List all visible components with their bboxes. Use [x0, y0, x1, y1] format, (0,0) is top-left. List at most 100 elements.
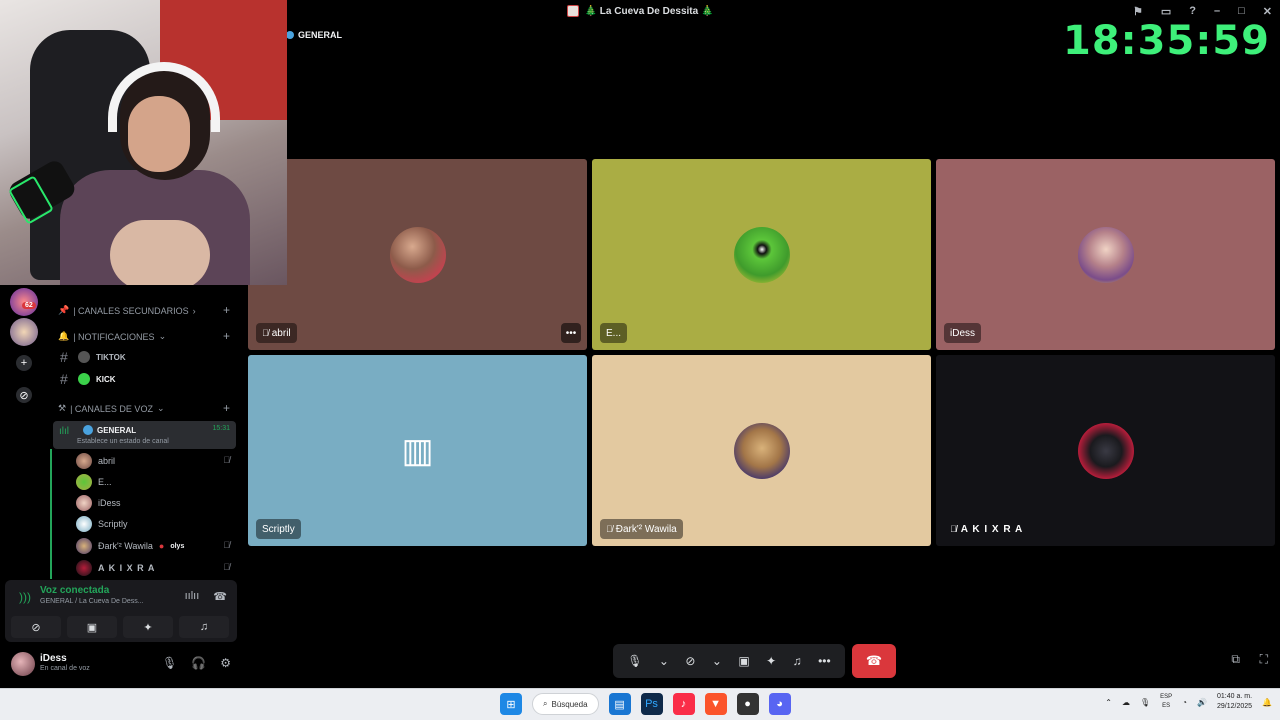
channel-tiktok[interactable]: # TIKTOK: [60, 349, 126, 365]
activities-button[interactable]: ✦: [123, 616, 173, 638]
avatar: [1077, 422, 1134, 479]
channel-status-prompt[interactable]: Establece un estado de canal: [77, 438, 169, 445]
soundboard-icon[interactable]: ♫: [793, 654, 802, 668]
avatar: [76, 474, 92, 490]
mic-muted-icon: 🎙̸: [950, 524, 958, 534]
voice-active-icon: ılıl: [59, 426, 69, 437]
video-tile-akixra[interactable]: 🎙̸ A K I X R A: [936, 355, 1275, 546]
add-channel-button[interactable]: +: [223, 303, 230, 317]
voice-channel-name: GENERAL: [83, 425, 136, 435]
voice-user[interactable]: Scriptly: [76, 516, 128, 532]
screen-share-button[interactable]: ▣: [67, 616, 117, 638]
voice-channel-general[interactable]: ılıl GENERAL 15:31 Establece un estado d…: [53, 421, 236, 449]
voice-user[interactable]: E...: [76, 474, 112, 490]
noise-suppression-icon[interactable]: ıılıı: [185, 590, 200, 603]
maximize-button[interactable]: □: [1238, 5, 1245, 17]
voice-user[interactable]: Ðark'² Wawila ● olys: [76, 538, 184, 554]
fullscreen-icon[interactable]: ⛶: [1260, 652, 1268, 667]
add-server-icon[interactable]: +: [16, 355, 32, 371]
signal-icon[interactable]: ))): [19, 590, 31, 604]
discord-icon[interactable]: ◕: [768, 693, 791, 715]
add-channel-button[interactable]: +: [223, 329, 230, 343]
hash-icon: #: [60, 371, 68, 387]
camera-off-button[interactable]: ⊘: [11, 616, 61, 638]
tile-label: E...: [600, 323, 628, 343]
close-button[interactable]: ✕: [1263, 5, 1272, 18]
user-name[interactable]: iDess: [40, 653, 67, 664]
notification-icon[interactable]: 🔔: [1262, 698, 1272, 707]
channel-kick[interactable]: # KICK: [60, 371, 116, 387]
category-secondary[interactable]: 📌 | CANALES SECUNDARIOS ›: [58, 305, 196, 316]
voice-user[interactable]: abril: [76, 453, 115, 469]
hang-up-button[interactable]: ☎: [852, 644, 896, 678]
settings-gear-icon[interactable]: ⚙: [220, 656, 231, 670]
user-avatar[interactable]: [11, 652, 35, 676]
voice-user[interactable]: iDess: [76, 495, 121, 511]
webcam-overlay: [0, 0, 287, 285]
add-channel-button[interactable]: +: [223, 401, 230, 415]
taskbar-clock[interactable]: 01:40 a. m. 29/12/2025: [1217, 692, 1252, 712]
disconnect-icon[interactable]: ☎: [213, 590, 227, 603]
more-icon[interactable]: •••: [818, 654, 831, 668]
microphone-icon[interactable]: 🎙: [162, 656, 177, 670]
activities-icon[interactable]: ✦: [766, 654, 776, 668]
photoshop-icon[interactable]: Ps: [640, 693, 663, 715]
soundboard-button[interactable]: ♫: [179, 616, 229, 638]
video-tile-dark-wawila[interactable]: 🎙̸ Ðark'² Wawila: [592, 355, 931, 546]
voice-status-subtitle[interactable]: GENERAL / La Cueva De Dess...: [40, 598, 144, 605]
video-tile-abril[interactable]: 🎙̸ abril •••: [248, 159, 587, 350]
wifi-icon[interactable]: ◔: [1182, 698, 1187, 707]
camera-off-icon[interactable]: ⊘: [685, 654, 695, 668]
video-tile-e[interactable]: E...: [592, 159, 931, 350]
mic-muted-icon: 🎙̸: [223, 455, 230, 465]
live-icon: ●: [158, 541, 165, 551]
music-icon[interactable]: ♪: [672, 693, 695, 715]
app-icon[interactable]: ●: [736, 693, 759, 715]
chevron-up-icon[interactable]: ⌃: [1105, 698, 1112, 707]
microphone-icon[interactable]: 🎙: [1140, 698, 1150, 707]
sound-wave-icon: ▥: [401, 431, 434, 470]
mic-muted-icon: 🎙̸: [223, 562, 230, 572]
screen-share-icon[interactable]: ▣: [738, 654, 749, 668]
video-tile-scriptly[interactable]: ▥ Scriptly: [248, 355, 587, 546]
channel-list: 📌 | CANALES SECUNDARIOS › + 🔔 | NOTIFICAC…: [48, 285, 240, 580]
help-icon[interactable]: ?: [1189, 5, 1196, 17]
avatar: [1077, 226, 1134, 283]
more-options-button[interactable]: •••: [561, 323, 581, 343]
chevron-down-icon: ⌄: [156, 403, 165, 413]
microphone-icon[interactable]: 🎙: [627, 654, 642, 668]
chevron-right-icon: ›: [192, 305, 196, 316]
user-controls: 🎙 🎧 ⚙: [162, 656, 231, 670]
video-tile-idess[interactable]: iDess: [936, 159, 1275, 350]
language-indicator[interactable]: ESP ES: [1160, 693, 1172, 711]
avatar: [76, 560, 92, 576]
clock-overlay: 18:35:59: [1063, 18, 1270, 64]
brave-icon[interactable]: ▼: [704, 693, 727, 715]
tile-label: Scriptly: [256, 519, 301, 539]
file-explorer-icon[interactable]: ▤: [608, 693, 631, 715]
taskbar-search[interactable]: ⌕ Búsqueda: [532, 693, 599, 715]
category-notifications[interactable]: 🔔 | NOTIFICACIONES ⌄: [58, 331, 166, 342]
voice-panel-buttons: ⊘ ▣ ✦ ♫: [11, 616, 229, 638]
voice-status-title[interactable]: Voz conectada: [40, 585, 109, 596]
explore-icon[interactable]: ⊘: [16, 387, 32, 403]
user-status: En canal de voz: [40, 665, 90, 672]
voice-timer: 15:31: [212, 425, 230, 432]
volume-icon[interactable]: 🔊: [1197, 698, 1207, 707]
server-icon[interactable]: [10, 318, 38, 346]
popout-icon[interactable]: ⧉: [1231, 652, 1240, 667]
start-icon[interactable]: ⊞: [500, 693, 522, 715]
category-voice[interactable]: ⚒ | CANALES DE VOZ ⌄: [58, 403, 164, 414]
tile-label: 🎙̸ Ðark'² Wawila: [600, 519, 683, 539]
voice-user[interactable]: A K I X R A: [76, 560, 155, 576]
avatar: [76, 453, 92, 469]
screen-icon[interactable]: ▭: [1161, 5, 1171, 18]
channel-header: GENERAL: [286, 30, 342, 40]
voice-panel-actions: ıılıı ☎: [185, 590, 227, 603]
minimize-button[interactable]: –: [1214, 5, 1220, 17]
inbox-icon[interactable]: ⚑: [1133, 5, 1143, 18]
chevron-down-icon[interactable]: ⌄: [712, 654, 722, 668]
chevron-down-icon[interactable]: ⌄: [659, 654, 669, 668]
headphones-icon[interactable]: 🎧: [191, 656, 206, 670]
cloud-icon[interactable]: ☁: [1122, 698, 1130, 707]
